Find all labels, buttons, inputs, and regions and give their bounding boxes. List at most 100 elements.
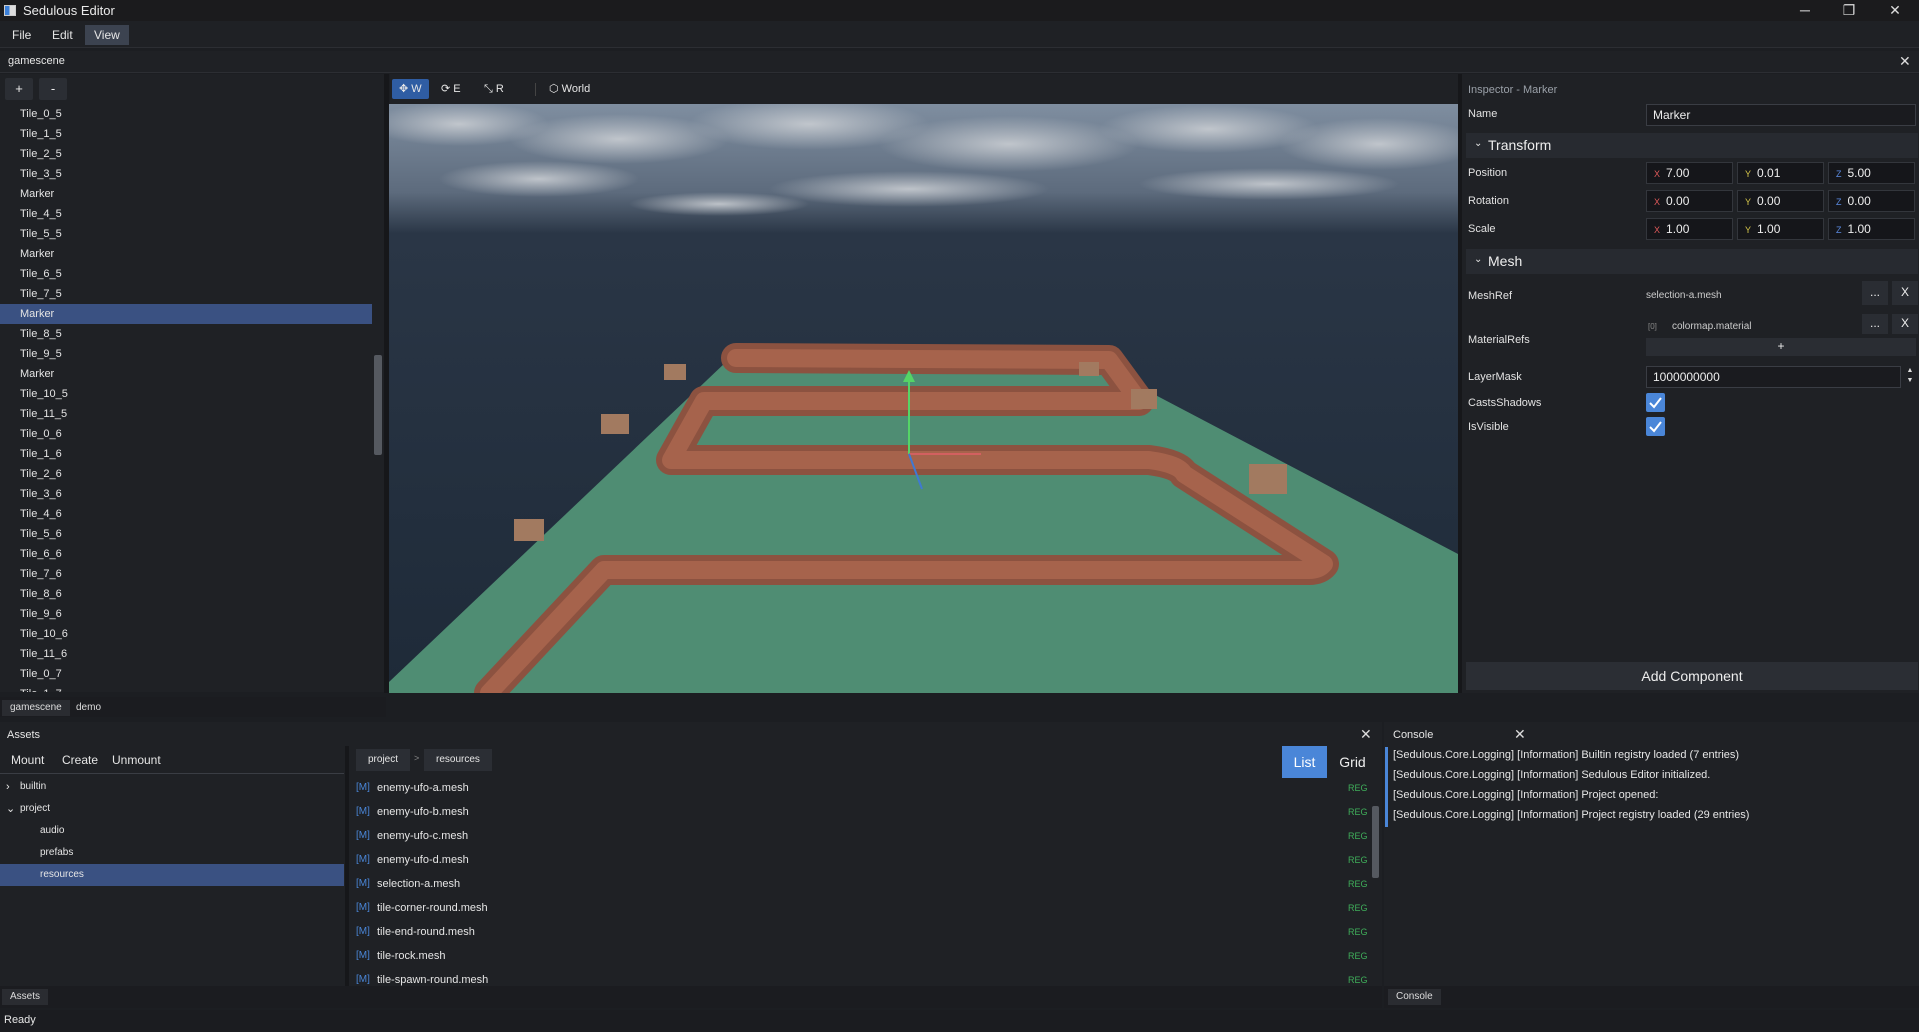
tree-item[interactable]: Tile_1_5	[0, 124, 372, 144]
tree-item[interactable]: Tile_3_5	[0, 164, 372, 184]
mount-button[interactable]: Mount	[11, 753, 44, 767]
isvisible-checkbox[interactable]	[1646, 417, 1665, 436]
close-window-button[interactable]: ✕	[1872, 0, 1918, 21]
transform-title: Transform	[1488, 137, 1552, 153]
tree-item[interactable]: Tile_9_6	[0, 604, 372, 624]
tree-item[interactable]: Tile_4_5	[0, 204, 372, 224]
castsshadows-checkbox[interactable]	[1646, 393, 1665, 412]
meshref-browse-button[interactable]: ...	[1862, 281, 1888, 305]
mesh-section-header[interactable]: ⌄ Mesh	[1466, 249, 1918, 274]
material-clear-button[interactable]: X	[1892, 314, 1918, 334]
scale-tool-button[interactable]: ⤡ R	[477, 79, 511, 99]
close-assets-button[interactable]: ✕	[1360, 726, 1372, 743]
name-field[interactable]: Marker	[1646, 104, 1916, 126]
breadcrumb-resources[interactable]: resources	[424, 749, 492, 771]
rotation-y-field[interactable]: Y 0.00	[1737, 190, 1824, 212]
list-view-button[interactable]: List	[1282, 746, 1327, 778]
rotation-x-field[interactable]: X 0.00	[1646, 190, 1733, 212]
tree-item[interactable]: Tile_0_6	[0, 424, 372, 444]
tree-item[interactable]: Tile_0_7	[0, 664, 372, 684]
maximize-button[interactable]: ❐	[1826, 0, 1872, 21]
layermask-spinner[interactable]: ▲ ▼	[1904, 366, 1916, 388]
menu-view[interactable]: View	[85, 25, 129, 45]
position-z-field[interactable]: Z 5.00	[1828, 162, 1915, 184]
tree-item[interactable]: Tile_10_5	[0, 384, 372, 404]
menu-edit[interactable]: Edit	[43, 25, 82, 45]
folder-item[interactable]: resources	[0, 864, 344, 886]
folder-item[interactable]: ⌄ project	[0, 798, 344, 820]
translate-tool-button[interactable]: ✥ W	[392, 79, 429, 99]
position-x-field[interactable]: X 7.00	[1646, 162, 1733, 184]
meshref-clear-button[interactable]: X	[1892, 281, 1918, 305]
remove-entity-button[interactable]: -	[39, 78, 67, 100]
file-row[interactable]: [M] tile-corner-round.mesh REG	[352, 896, 1369, 920]
scale-x-field[interactable]: X 1.00	[1646, 218, 1733, 240]
tree-scrollbar[interactable]	[374, 355, 382, 455]
create-button[interactable]: Create	[62, 753, 98, 767]
menu-file[interactable]: File	[3, 25, 40, 45]
layermask-field[interactable]: 1000000000	[1646, 366, 1901, 388]
tree-item[interactable]: Tile_6_6	[0, 544, 372, 564]
tree-item[interactable]: Marker	[0, 364, 372, 384]
tree-item[interactable]: Tile_5_5	[0, 224, 372, 244]
mesh-type-badge: [M]	[356, 902, 370, 913]
scene-viewport[interactable]	[389, 104, 1458, 693]
tab-assets[interactable]: Assets	[2, 989, 49, 1005]
tree-item[interactable]: Tile_5_6	[0, 524, 372, 544]
tab-console[interactable]: Console	[1388, 989, 1441, 1005]
file-row[interactable]: [M] enemy-ufo-b.mesh REG	[352, 800, 1369, 824]
add-component-button[interactable]: Add Component	[1466, 662, 1918, 690]
folder-item[interactable]: › builtin	[0, 776, 344, 798]
file-list-scrollbar[interactable]	[1372, 806, 1379, 878]
tree-item[interactable]: Tile_2_5	[0, 144, 372, 164]
tree-item[interactable]: Tile_10_6	[0, 624, 372, 644]
tree-item[interactable]: Tile_3_6	[0, 484, 372, 504]
tree-item[interactable]: Tile_1_6	[0, 444, 372, 464]
isvisible-label: IsVisible	[1468, 421, 1509, 433]
tree-item[interactable]: Tile_8_6	[0, 584, 372, 604]
file-row[interactable]: [M] tile-end-round.mesh REG	[352, 920, 1369, 944]
tree-item[interactable]: Tile_11_5	[0, 404, 372, 424]
tree-item[interactable]: Marker	[0, 184, 372, 204]
folder-item[interactable]: prefabs	[0, 842, 344, 864]
tree-item[interactable]: Tile_7_5	[0, 284, 372, 304]
tab-gamescene-bottom[interactable]: gamescene	[2, 700, 70, 716]
transform-section-header[interactable]: ⌄ Transform	[1466, 133, 1918, 158]
file-row[interactable]: [M] selection-a.mesh REG	[352, 872, 1369, 896]
file-row[interactable]: [M] enemy-ufo-a.mesh REG	[352, 776, 1369, 800]
assets-splitter[interactable]	[345, 746, 349, 1007]
tab-demo[interactable]: demo	[68, 700, 109, 716]
material-browse-button[interactable]: ...	[1862, 314, 1888, 334]
add-material-button[interactable]: +	[1646, 338, 1916, 356]
rotate-tool-button[interactable]: ⟳ E	[434, 79, 468, 99]
file-row[interactable]: [M] tile-rock.mesh REG	[352, 944, 1369, 968]
assets-panel: Assets ✕ Mount Create Unmount › builtin ⌄ p…	[0, 722, 1382, 1007]
folder-item[interactable]: audio	[0, 820, 344, 842]
scale-z-field[interactable]: Z 1.00	[1828, 218, 1915, 240]
position-y-field[interactable]: Y 0.01	[1737, 162, 1824, 184]
tree-item[interactable]: Tile_9_5	[0, 344, 372, 364]
tree-item[interactable]: Marker	[0, 244, 372, 264]
add-entity-button[interactable]: +	[5, 78, 33, 100]
tree-item[interactable]: Tile_6_5	[0, 264, 372, 284]
file-row[interactable]: [M] enemy-ufo-d.mesh REG	[352, 848, 1369, 872]
tree-item[interactable]: Marker	[0, 304, 372, 324]
close-document-button[interactable]: ✕	[1899, 53, 1911, 70]
file-row[interactable]: [M] enemy-ufo-c.mesh REG	[352, 824, 1369, 848]
breadcrumb-project[interactable]: project	[356, 749, 411, 771]
tree-item[interactable]: Tile_4_6	[0, 504, 372, 524]
tree-item[interactable]: Tile_11_6	[0, 644, 372, 664]
unmount-button[interactable]: Unmount	[112, 753, 161, 767]
minimize-button[interactable]: ─	[1782, 0, 1828, 21]
tree-item[interactable]: Tile_2_6	[0, 464, 372, 484]
tree-item[interactable]: Tile_0_5	[0, 104, 372, 124]
coordinate-space-button[interactable]: ⬡ World	[542, 79, 597, 99]
rotation-z-field[interactable]: Z 0.00	[1828, 190, 1915, 212]
tab-gamescene[interactable]: gamescene	[8, 55, 65, 67]
scale-y-field[interactable]: Y 1.00	[1737, 218, 1824, 240]
close-console-button[interactable]: ✕	[1514, 726, 1526, 743]
grid-view-button[interactable]: Grid	[1330, 746, 1375, 778]
tree-item[interactable]: Tile_8_5	[0, 324, 372, 344]
tree-item[interactable]: Tile_1_7	[0, 684, 372, 692]
tree-item[interactable]: Tile_7_6	[0, 564, 372, 584]
